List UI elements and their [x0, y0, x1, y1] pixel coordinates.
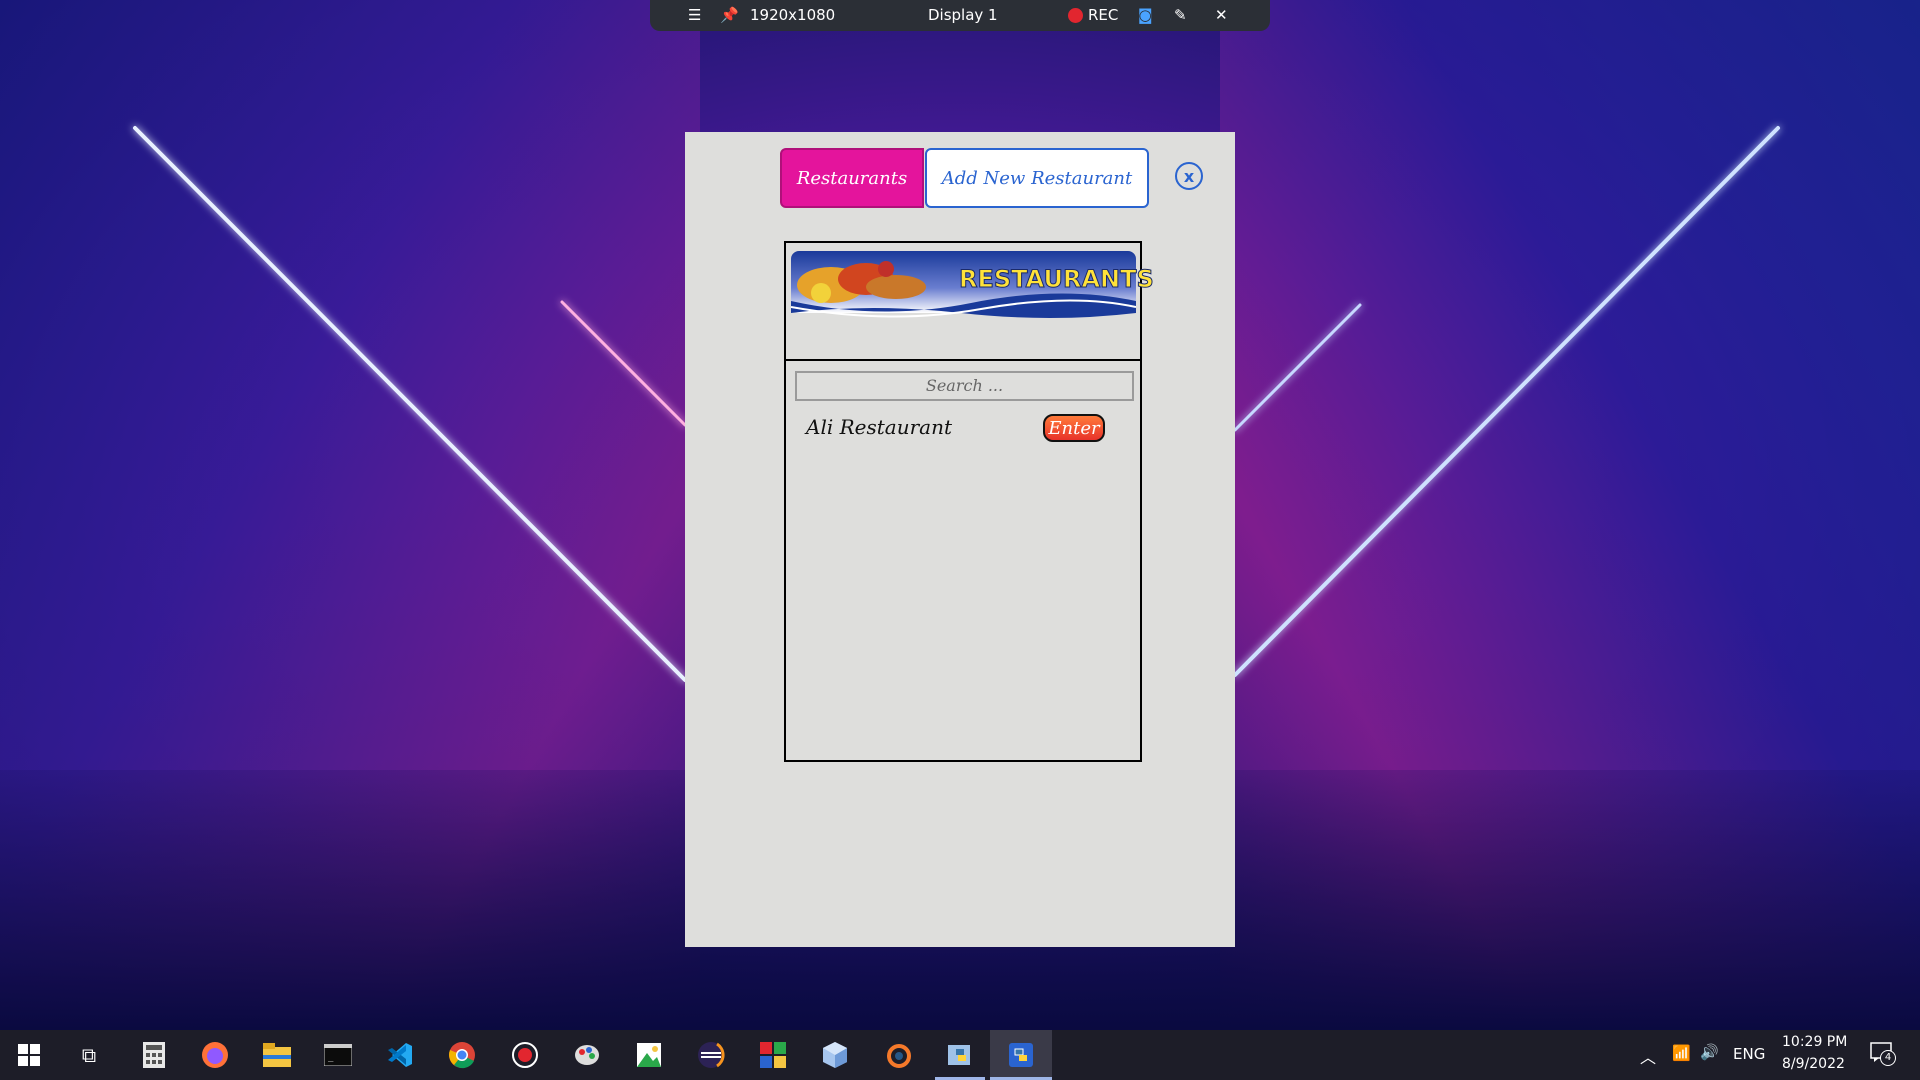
tab-add-new-restaurant[interactable]: Add New Restaurant — [925, 148, 1149, 208]
windows-start-icon[interactable] — [14, 1040, 44, 1070]
taskbar: ⧉ _ ︿ 📶 🔊 ENG 10:29 PM 8/9/2022 4 — [0, 1030, 1920, 1080]
restaurants-panel: RESTAURANTS Search ... Ali Restaurant En… — [784, 241, 1154, 762]
tab-restaurants[interactable]: Restaurants — [780, 148, 924, 208]
enter-button[interactable]: Enter — [1043, 414, 1105, 442]
volume-icon[interactable]: 🔊 — [1700, 1043, 1719, 1061]
task-view-icon[interactable]: ⧉ — [74, 1040, 104, 1070]
rec-button[interactable]: REC — [1068, 6, 1118, 24]
firefox-icon[interactable] — [200, 1040, 230, 1070]
pen-icon[interactable]: ✎ — [1174, 6, 1187, 24]
calculator-icon[interactable] — [139, 1040, 169, 1070]
app-window: Restaurants Add New Restaurant x RESTAUR… — [685, 132, 1235, 947]
search-input[interactable]: Search ... — [795, 371, 1134, 401]
eclipse-icon[interactable] — [696, 1040, 726, 1070]
banner-container: RESTAURANTS — [786, 243, 1154, 361]
camera-icon[interactable]: ◙ — [1138, 6, 1153, 24]
image-editor-icon[interactable] — [634, 1040, 664, 1070]
banner-title: RESTAURANTS — [959, 265, 1155, 294]
paint-icon[interactable] — [572, 1040, 602, 1070]
svg-text:_: _ — [328, 1053, 334, 1063]
close-icon[interactable]: ✕ — [1215, 6, 1228, 24]
restaurant-name: Ali Restaurant — [806, 415, 952, 439]
screen-capture-toolbar: ☰ 📌 1920x1080 Display 1 REC ◙ ✎ ✕ — [650, 0, 1270, 31]
vscode-icon[interactable] — [385, 1040, 415, 1070]
language-indicator[interactable]: ENG — [1733, 1045, 1765, 1063]
python-editor-icon[interactable] — [945, 1040, 975, 1070]
display-label[interactable]: Display 1 — [928, 6, 998, 24]
notification-icon[interactable]: 4 — [1870, 1042, 1896, 1066]
chrome-icon[interactable] — [447, 1040, 477, 1070]
clock-time[interactable]: 10:29 PM — [1782, 1034, 1847, 1050]
resolution-label: 1920x1080 — [750, 6, 836, 24]
record-dot-icon — [1068, 8, 1083, 23]
network-icon[interactable]: 📶 — [1672, 1044, 1691, 1062]
tiles-icon[interactable] — [758, 1040, 788, 1070]
blender-icon[interactable] — [883, 1040, 913, 1070]
rec-label: REC — [1088, 6, 1119, 24]
python-app-icon[interactable] — [1006, 1040, 1036, 1070]
chevron-up-icon[interactable]: ︿ — [1640, 1044, 1656, 1068]
record-icon[interactable] — [510, 1040, 540, 1070]
close-button[interactable]: x — [1175, 162, 1203, 190]
pin-icon[interactable]: 📌 — [720, 6, 739, 24]
cube-icon[interactable] — [820, 1040, 850, 1070]
clock-date[interactable]: 8/9/2022 — [1782, 1056, 1845, 1072]
notification-count: 4 — [1880, 1050, 1896, 1066]
terminal-icon[interactable]: _ — [323, 1040, 353, 1070]
hamburger-icon[interactable]: ☰ — [688, 6, 701, 24]
file-explorer-icon[interactable] — [262, 1040, 292, 1070]
